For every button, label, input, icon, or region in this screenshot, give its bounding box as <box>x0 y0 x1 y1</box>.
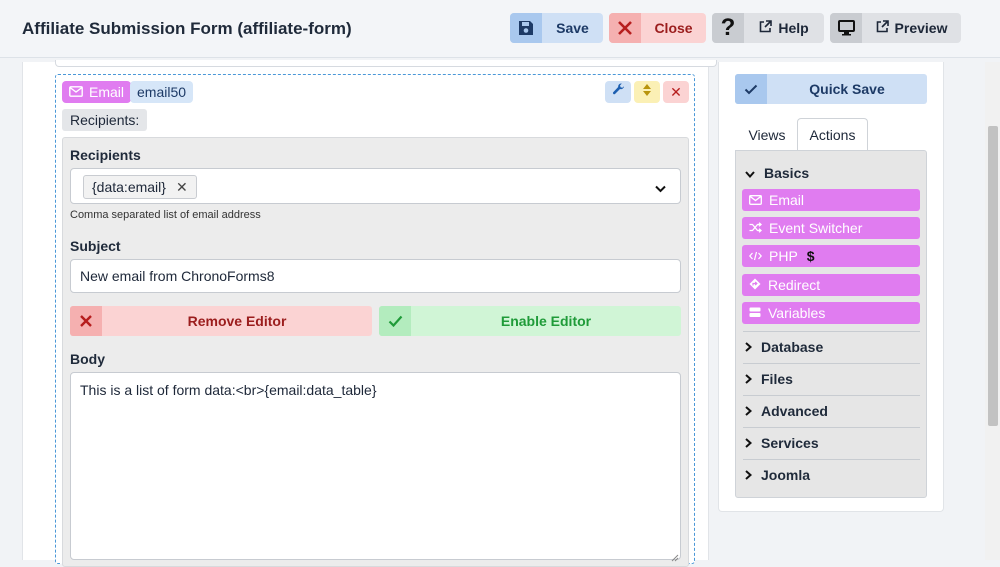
email-type-label: Email <box>89 84 125 100</box>
action-email[interactable]: Email <box>742 189 920 211</box>
section-joomla[interactable]: Joomla <box>745 467 810 483</box>
email-type-tag: Email <box>62 81 132 103</box>
external-link-icon <box>876 20 889 36</box>
close-button[interactable]: Close <box>609 13 706 43</box>
chevron-down-icon[interactable] <box>655 180 666 196</box>
diamond-arrow-icon <box>749 277 761 293</box>
action-variables-label: Variables <box>768 305 826 321</box>
section-joomla-label: Joomla <box>761 467 811 483</box>
quick-save-button[interactable]: Quick Save <box>735 74 927 104</box>
enable-editor-label: Enable Editor <box>500 313 592 329</box>
action-php-label: PHP <box>769 248 798 264</box>
section-basics-label: Basics <box>764 165 810 181</box>
action-id-tag: email50 <box>130 81 194 103</box>
action-event-switcher[interactable]: Event Switcher <box>742 217 920 239</box>
quick-save-label: Quick Save <box>809 81 885 97</box>
close-icon <box>609 13 641 43</box>
tab-actions[interactable]: Actions <box>797 118 868 151</box>
recipients-field[interactable]: {data:email} ✕ <box>70 168 681 204</box>
checkmark-icon <box>735 74 767 104</box>
enable-editor-button[interactable]: Enable Editor <box>379 306 681 336</box>
section-files-label: Files <box>761 371 793 387</box>
previous-block <box>55 60 717 67</box>
preview-button[interactable]: Preview <box>830 13 961 43</box>
chevron-right-icon <box>745 467 753 483</box>
help-button[interactable]: ? Help <box>712 13 824 43</box>
remove-editor-label: Remove Editor <box>187 313 287 329</box>
divider <box>743 363 920 364</box>
subject-label: Subject <box>70 238 121 254</box>
section-advanced-label: Advanced <box>761 403 828 419</box>
chevron-down-icon <box>745 165 755 181</box>
question-mark-icon: ? <box>712 13 744 43</box>
recipients-label: Recipients <box>70 147 141 163</box>
delete-block-button[interactable]: ✕ <box>663 81 689 103</box>
help-label: Help <box>778 20 809 36</box>
action-event-switcher-label: Event Switcher <box>769 220 863 236</box>
action-redirect-label: Redirect <box>768 277 821 293</box>
subject-input[interactable]: New email from ChronoForms8 <box>70 259 681 293</box>
section-files[interactable]: Files <box>745 371 793 387</box>
dollar-icon: $ <box>806 248 815 264</box>
section-services-label: Services <box>761 435 819 451</box>
recipients-help-text: Comma separated list of email address <box>70 209 261 221</box>
section-basics[interactable]: Basics <box>745 165 809 181</box>
close-icon <box>70 306 102 336</box>
close-icon: ✕ <box>670 83 682 100</box>
tab-views[interactable]: Views <box>740 118 794 151</box>
external-link-icon <box>759 20 773 36</box>
action-variables[interactable]: Variables <box>742 302 920 324</box>
remove-chip-icon[interactable]: ✕ <box>176 179 188 196</box>
sort-arrows-icon <box>642 83 652 102</box>
preview-label: Preview <box>894 20 948 36</box>
scrollbar-thumb[interactable] <box>988 126 998 426</box>
recipient-chip: {data:email} ✕ <box>83 175 197 199</box>
wrench-icon <box>612 83 625 101</box>
move-sort-button[interactable] <box>634 81 660 103</box>
close-label: Close <box>654 20 693 36</box>
section-advanced[interactable]: Advanced <box>745 403 828 419</box>
action-php[interactable]: PHP $ <box>742 245 920 267</box>
chevron-right-icon <box>745 403 753 419</box>
recipients-summary-pill: Recipients: <box>62 109 148 131</box>
section-database-label: Database <box>761 339 824 355</box>
divider <box>743 427 920 428</box>
layers-icon <box>749 305 761 321</box>
envelope-icon <box>749 192 762 208</box>
recipient-chip-label: {data:email} <box>92 179 166 195</box>
section-database[interactable]: Database <box>745 339 823 355</box>
divider <box>743 459 920 460</box>
action-email-label: Email <box>769 192 805 208</box>
remove-editor-button[interactable]: Remove Editor <box>70 306 372 336</box>
chevron-right-icon <box>745 371 753 387</box>
page-title: Affiliate Submission Form (affiliate-for… <box>22 19 352 38</box>
floppy-disk-icon <box>510 13 542 43</box>
checkmark-icon <box>379 306 411 336</box>
envelope-icon <box>69 84 83 100</box>
code-icon <box>748 248 763 264</box>
monitor-icon <box>830 13 862 43</box>
save-button[interactable]: Save <box>510 13 603 43</box>
body-textarea[interactable]: This is a list of form data:<br>{email:d… <box>70 372 681 560</box>
chevron-right-icon <box>745 339 753 355</box>
divider <box>743 331 920 332</box>
divider <box>743 395 920 396</box>
shuffle-icon <box>749 220 763 236</box>
resize-handle-icon[interactable] <box>670 549 679 567</box>
section-services[interactable]: Services <box>745 435 819 451</box>
settings-wrench-button[interactable] <box>605 81 631 103</box>
body-label: Body <box>70 351 105 367</box>
chevron-right-icon <box>745 435 753 451</box>
save-label: Save <box>556 20 589 36</box>
action-redirect[interactable]: Redirect <box>742 274 920 296</box>
